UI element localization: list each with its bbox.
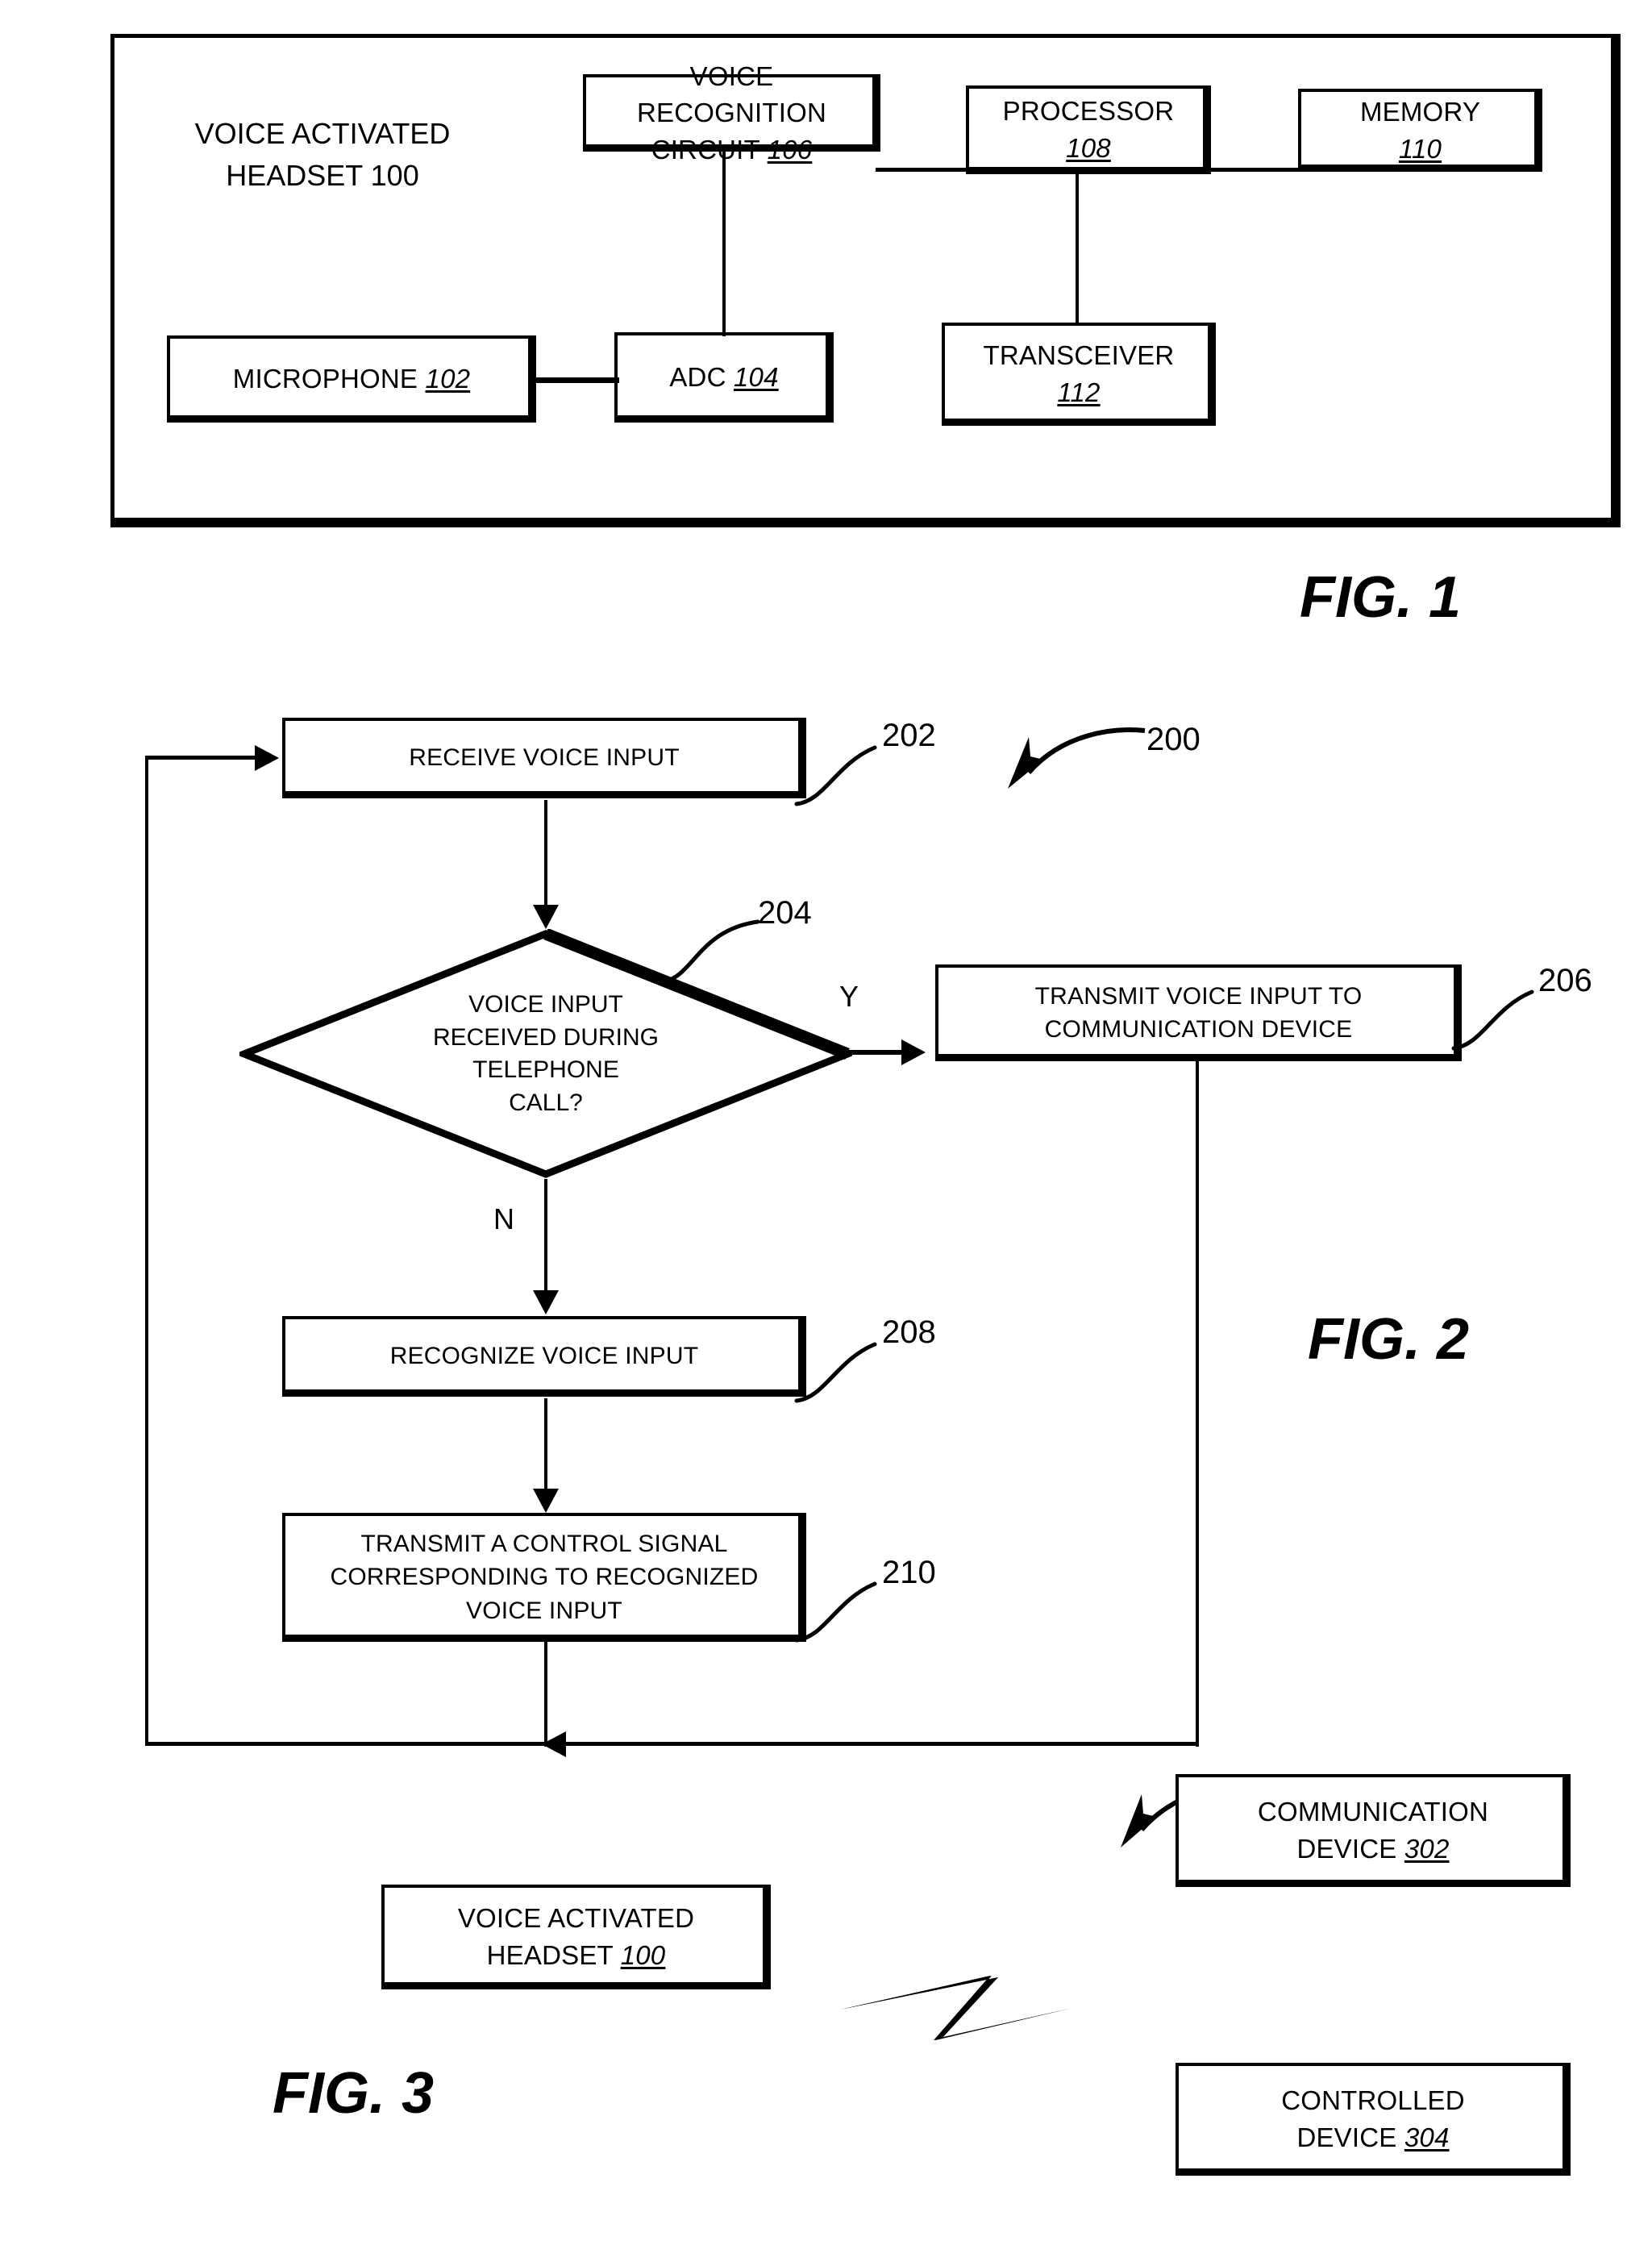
step-202-text: RECEIVE VOICE INPUT: [409, 744, 680, 772]
fig3-comm-line1: COMMUNICATION: [1257, 1797, 1489, 1827]
step-transmit-voice-input[interactable]: TRANSMIT VOICE INPUT TO COMMUNICATION DE…: [935, 964, 1462, 1061]
connector-vrc-to-processor: [876, 168, 971, 172]
wireless-lightning-bolt-icon: [840, 1976, 1072, 2040]
step-208-text: RECOGNIZE VOICE INPUT: [389, 1343, 699, 1370]
step-transmit-control-signal[interactable]: TRANSMIT A CONTROL SIGNAL CORRESPONDING …: [282, 1513, 806, 1642]
adc-line1: ADC 104: [669, 362, 779, 393]
loop-top-into-202: [145, 756, 258, 760]
fig3-headset-line2: HEADSET 100: [486, 1940, 666, 1970]
step-210-line1: TRANSMIT A CONTROL SIGNAL: [360, 1530, 728, 1557]
connector-processor-to-memory: [1206, 168, 1303, 172]
ref-numeral-202: 202: [882, 718, 936, 753]
loop-bottom-arrow-head: [542, 1731, 566, 1757]
leader-arrow-200: [1008, 727, 1146, 789]
flow-arrow-208-to-210-stem: [544, 1398, 547, 1495]
microphone-line1: MICROPHONE 102: [232, 364, 471, 394]
flow-arrow-208-to-210-head: [533, 1489, 559, 1513]
decision-no-label: N: [493, 1202, 514, 1235]
figure2-label: FIG. 2: [1308, 1307, 1470, 1372]
flow-arrow-Y-stem: [847, 1050, 904, 1055]
ref-numeral-302: 302: [1404, 1834, 1450, 1864]
block-processor[interactable]: PROCESSOR 108: [966, 85, 1211, 174]
processor-line1: PROCESSOR: [1002, 96, 1175, 127]
ref-numeral-204: 204: [758, 895, 812, 931]
transceiver-num: 112: [1057, 377, 1101, 407]
leader-line-204: [663, 919, 760, 984]
fig3-headset-line1: VOICE ACTIVATED: [457, 1903, 695, 1934]
block-memory[interactable]: MEMORY 110: [1298, 89, 1542, 172]
loop-top-arrow-head: [255, 745, 279, 771]
flow-arrow-202-to-204-head: [533, 905, 559, 929]
figure1-enclosure-label: VOICE ACTIVATED HEADSET 100: [165, 113, 480, 197]
ref-numeral-304: 304: [1404, 2122, 1450, 2152]
step-recognize-voice-input[interactable]: RECOGNIZE VOICE INPUT: [282, 1316, 806, 1397]
transceiver-line1: TRANSCEIVER: [983, 340, 1175, 371]
ref-numeral-102: 102: [425, 364, 471, 394]
block-communication-device[interactable]: COMMUNICATION DEVICE 302: [1176, 1774, 1571, 1887]
patent-drawing-sheet: VOICE ACTIVATED HEADSET 100 VOICE RECOGN…: [0, 0, 1652, 2241]
loop-bottom-left: [145, 1742, 548, 1746]
leader-line-210: [794, 1581, 877, 1643]
figure1-label: FIG. 1: [1300, 565, 1462, 630]
loop-stem-from-206: [1196, 1060, 1199, 1747]
fig3-ctrl-line1: CONTROLLED: [1281, 2085, 1465, 2116]
ref-numeral-106: 106: [767, 134, 813, 165]
connector-processor-to-transceiver: [1076, 171, 1079, 326]
step-206-line1: TRANSMIT VOICE INPUT TO: [1034, 982, 1363, 1010]
connector-vrc-to-adc: [722, 149, 726, 336]
ref-numeral-206: 206: [1538, 963, 1592, 998]
voice-recognition-circuit-line3: CIRCUIT 106: [651, 134, 813, 165]
step-210-line2: CORRESPONDING TO RECOGNIZED: [330, 1564, 759, 1591]
voice-recognition-circuit-line1: VOICE: [689, 60, 774, 91]
connector-microphone-to-adc: [532, 377, 619, 383]
block-voice-recognition-circuit[interactable]: VOICE RECOGNITION CIRCUIT 106: [583, 61, 880, 165]
block-voice-activated-headset-fig3[interactable]: VOICE ACTIVATED HEADSET 100: [381, 1885, 771, 1989]
block-microphone[interactable]: MICROPHONE 102: [167, 335, 536, 423]
ref-numeral-100-fig3: 100: [620, 1940, 666, 1970]
leader-line-208: [794, 1342, 877, 1403]
step-receive-voice-input[interactable]: RECEIVE VOICE INPUT: [282, 718, 806, 798]
step-210-line3: VOICE INPUT: [466, 1597, 622, 1624]
leader-line-206: [1451, 989, 1534, 1051]
figure3-label: FIG. 3: [273, 2061, 435, 2126]
ref-numeral-100: 100: [370, 159, 419, 193]
fig3-comm-line2: DEVICE 302: [1296, 1834, 1450, 1864]
figure1-enclosure-label-line1: VOICE ACTIVATED: [194, 117, 451, 150]
block-adc[interactable]: ADC 104: [614, 332, 834, 423]
fig3-ctrl-line2: DEVICE 304: [1296, 2122, 1450, 2152]
step-206-line2: COMMUNICATION DEVICE: [1044, 1016, 1353, 1043]
flow-arrow-N-head: [533, 1290, 559, 1314]
memory-line1: MEMORY: [1359, 96, 1481, 127]
flow-arrow-Y-head: [901, 1039, 926, 1065]
ref-numeral-104: 104: [733, 362, 779, 393]
loop-return-vertical: [145, 756, 148, 1746]
decision-yes-label: Y: [839, 980, 859, 1013]
leader-line-202: [794, 745, 877, 806]
figure1-enclosure-label-line2: HEADSET 100: [226, 159, 419, 193]
block-transceiver[interactable]: TRANSCEIVER 112: [942, 323, 1216, 426]
processor-num: 108: [1066, 133, 1111, 163]
flow-arrow-N-stem: [544, 1179, 547, 1298]
loop-bottom-right: [564, 1742, 1199, 1746]
memory-num: 110: [1398, 133, 1442, 164]
block-controlled-device[interactable]: CONTROLLED DEVICE 304: [1176, 2063, 1571, 2176]
ref-numeral-210: 210: [882, 1555, 936, 1590]
voice-recognition-circuit-line2: RECOGNITION: [636, 98, 827, 128]
ref-numeral-208: 208: [882, 1314, 936, 1350]
flow-arrow-202-to-204-stem: [544, 800, 547, 910]
